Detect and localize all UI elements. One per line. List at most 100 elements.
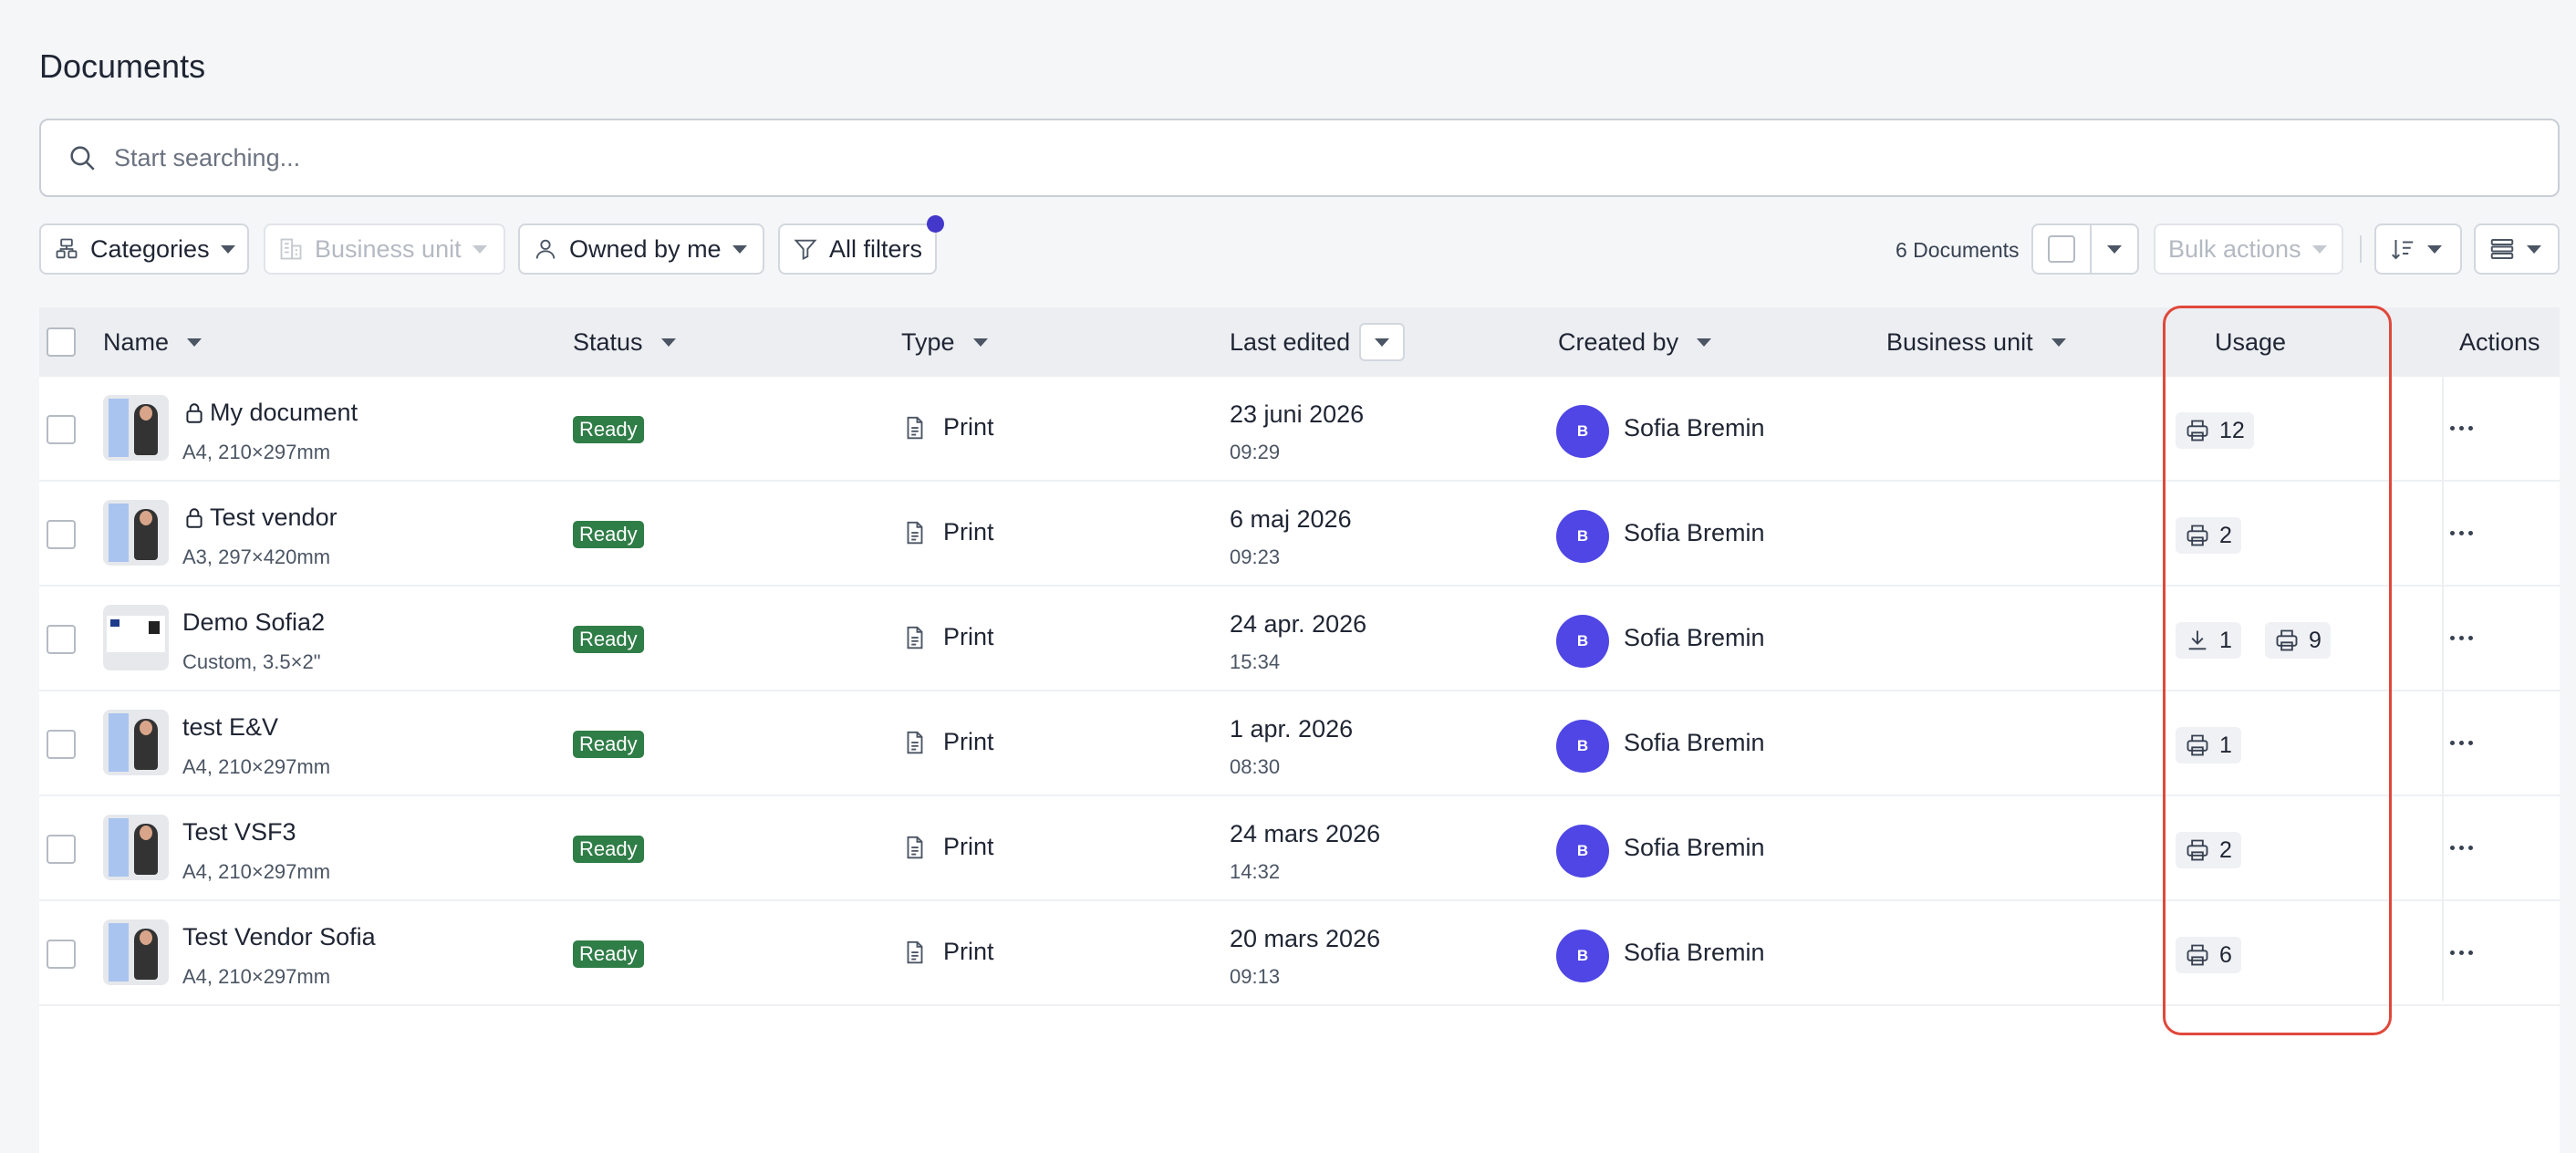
search-bar[interactable] <box>39 119 2560 197</box>
type-label: Print <box>943 728 994 755</box>
chevron-down-icon <box>2311 244 2327 254</box>
last-edited-date: 1 apr. 2026 <box>1230 715 1354 743</box>
business-unit-filter[interactable]: Business unit <box>264 223 505 275</box>
document-name[interactable]: My document <box>182 399 358 427</box>
sort-caret-icon <box>187 338 203 347</box>
type-label: Print <box>943 833 994 860</box>
building-icon <box>280 238 302 260</box>
categories-icon <box>56 238 78 259</box>
document-title: Test VSF3 <box>182 818 296 846</box>
document-name[interactable]: Test Vendor Sofia <box>182 923 376 951</box>
select-options-toggle[interactable] <box>2092 244 2137 254</box>
more-actions-button[interactable] <box>2450 628 2477 647</box>
last-edited-date: 24 mars 2026 <box>1230 820 1381 847</box>
creator-name: Sofia Bremin <box>1624 834 1765 861</box>
column-label: Type <box>901 327 955 356</box>
column-header-type[interactable]: Type <box>901 307 988 377</box>
document-title: Test vendor <box>210 504 338 531</box>
more-actions-button[interactable] <box>2450 943 2477 961</box>
document-name[interactable]: test E&V <box>182 713 278 742</box>
lock-icon <box>182 506 206 530</box>
document-icon <box>901 834 929 861</box>
document-icon <box>901 939 929 966</box>
owned-by-filter[interactable]: Owned by me <box>518 223 764 275</box>
all-filters-label: All filters <box>829 234 923 263</box>
document-thumbnail[interactable] <box>103 395 169 461</box>
chevron-down-icon <box>1375 338 1390 347</box>
sort-caret-icon <box>660 338 676 347</box>
sort-button[interactable] <box>2374 223 2462 275</box>
column-header-status[interactable]: Status <box>573 307 676 377</box>
last-edited-date: 23 juni 2026 <box>1230 400 1365 428</box>
last-edited-time: 08:30 <box>1230 755 1281 778</box>
row-select-checkbox[interactable] <box>47 415 76 444</box>
chevron-down-icon <box>2527 244 2541 254</box>
row-select-checkbox[interactable] <box>47 520 76 549</box>
document-thumbnail[interactable] <box>103 605 169 670</box>
search-icon <box>70 146 95 171</box>
document-size: A3, 297×420mm <box>182 545 331 568</box>
document-count: 6 Documents <box>1896 238 2020 262</box>
document-name[interactable]: Test VSF3 <box>182 818 296 847</box>
type-label: Print <box>943 623 994 650</box>
more-actions-button[interactable] <box>2450 419 2477 437</box>
creator-name: Sofia Bremin <box>1624 624 1765 651</box>
row-select-checkbox[interactable] <box>47 625 76 654</box>
status-badge: Ready <box>573 836 644 863</box>
document-name[interactable]: Demo Sofia2 <box>182 608 325 637</box>
document-icon <box>901 519 929 546</box>
document-thumbnail[interactable] <box>103 500 169 566</box>
document-thumbnail[interactable] <box>103 919 169 985</box>
row-select-checkbox[interactable] <box>47 730 76 759</box>
type-label: Print <box>943 518 994 545</box>
more-actions-button[interactable] <box>2450 733 2477 752</box>
last-edited-time: 15:34 <box>1230 650 1281 673</box>
document-icon <box>901 729 929 756</box>
more-actions-button[interactable] <box>2450 838 2477 857</box>
creator-name: Sofia Bremin <box>1624 414 1765 441</box>
last-edited-date: 24 apr. 2026 <box>1230 610 1367 638</box>
last-edited-date: 6 maj 2026 <box>1230 505 1352 533</box>
chevron-down-icon <box>732 244 747 254</box>
more-actions-button[interactable] <box>2450 524 2477 542</box>
documents-page: Documents Categories Business unit Owned… <box>0 0 2576 1153</box>
select-all-dropdown[interactable] <box>2031 223 2139 275</box>
header-select-checkbox[interactable] <box>47 327 76 357</box>
sort-active-button[interactable] <box>1359 323 1406 361</box>
document-type: Print <box>901 623 994 651</box>
document-title: test E&V <box>182 713 279 741</box>
column-header-business-unit[interactable]: Business unit <box>1886 307 2066 377</box>
document-name[interactable]: Test vendor <box>182 504 338 532</box>
column-label: Name <box>103 327 170 356</box>
document-thumbnail[interactable] <box>103 815 169 880</box>
status-badge: Ready <box>573 416 644 443</box>
sort-icon <box>2392 240 2414 260</box>
chevron-down-icon <box>2427 244 2442 254</box>
bulk-actions-button[interactable]: Bulk actions <box>2154 223 2343 275</box>
sort-caret-icon <box>2051 338 2066 347</box>
column-header-last-edited[interactable]: Last edited <box>1230 307 1406 377</box>
last-edited-time: 09:23 <box>1230 545 1281 568</box>
view-toggle-button[interactable] <box>2474 223 2560 275</box>
all-filters-button[interactable]: All filters <box>778 223 937 275</box>
document-icon <box>901 624 929 651</box>
column-header-name[interactable]: Name <box>103 307 203 377</box>
avatar: B <box>1556 510 1609 563</box>
document-size: A4, 210×297mm <box>182 860 331 883</box>
select-all-checkbox[interactable] <box>2048 235 2075 263</box>
column-label: Last edited <box>1230 327 1351 356</box>
status-badge: Ready <box>573 626 644 653</box>
page-title: Documents <box>39 47 206 85</box>
search-input[interactable] <box>114 143 2486 172</box>
categories-filter[interactable]: Categories <box>39 223 249 275</box>
select-all-checkbox-wrap[interactable] <box>2033 225 2092 273</box>
user-icon <box>535 239 556 259</box>
document-size: A4, 210×297mm <box>182 755 331 778</box>
document-size: Custom, 3.5×2" <box>182 650 321 673</box>
document-size: A4, 210×297mm <box>182 965 331 988</box>
row-select-checkbox[interactable] <box>47 835 76 864</box>
column-header-created-by[interactable]: Created by <box>1558 307 1712 377</box>
document-thumbnail[interactable] <box>103 710 169 775</box>
row-select-checkbox[interactable] <box>47 940 76 969</box>
column-label: Business unit <box>1886 327 2033 356</box>
